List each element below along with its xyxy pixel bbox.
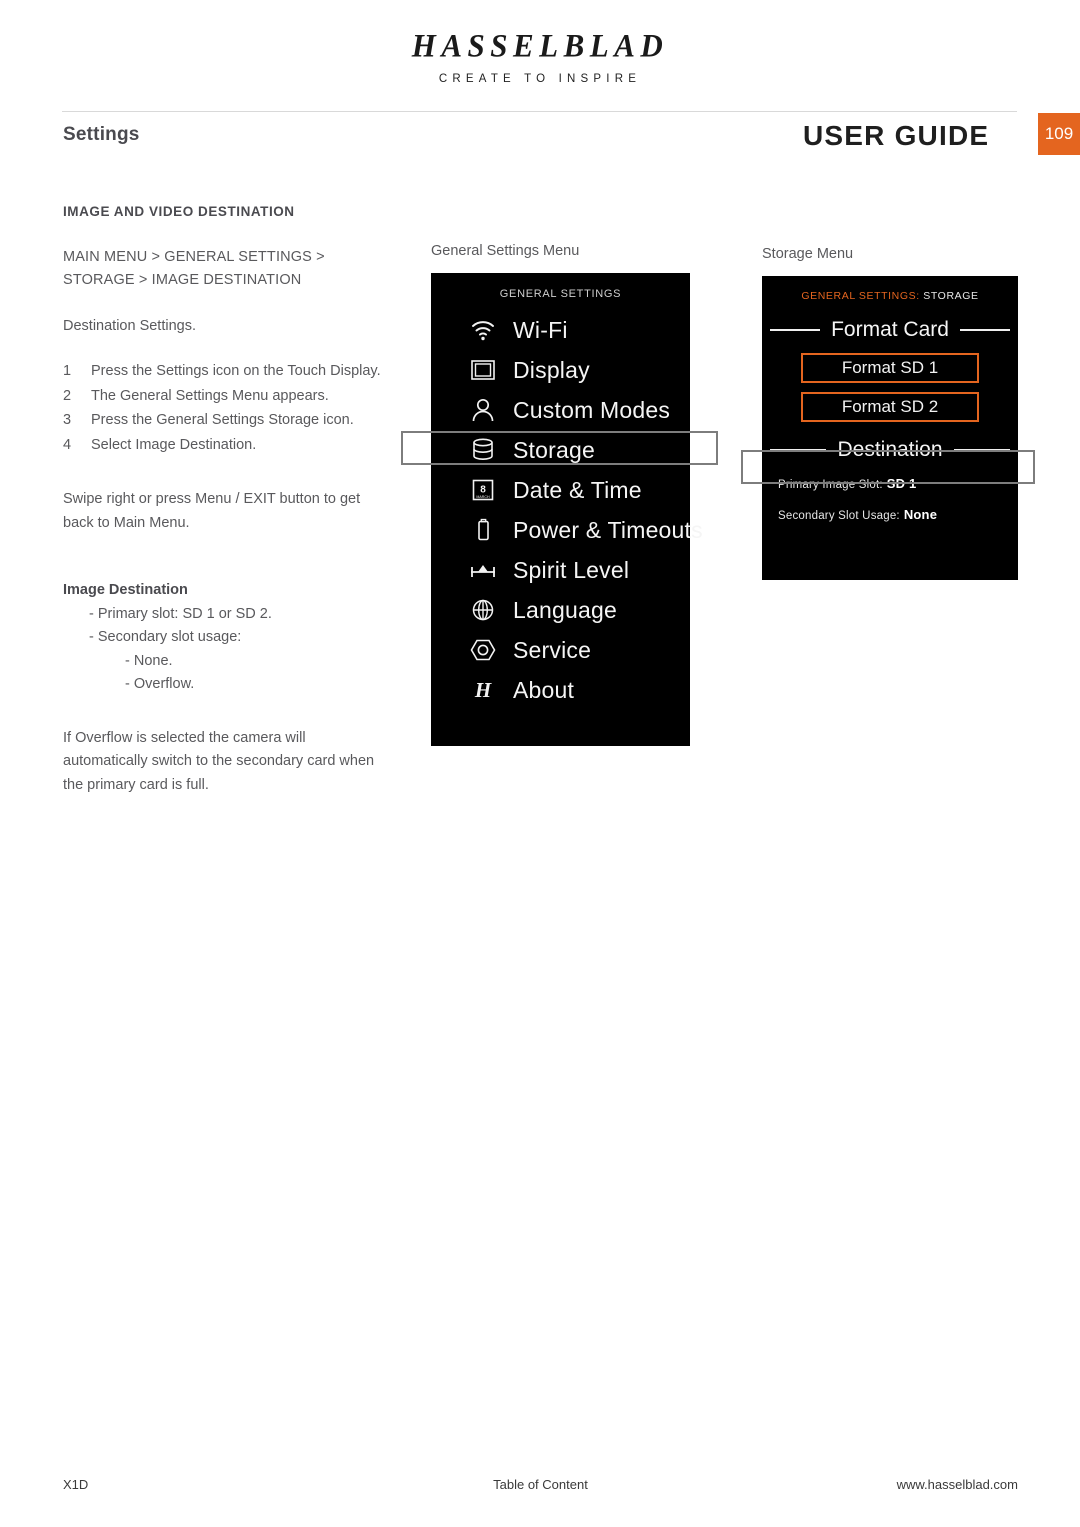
- step-text: Press the Settings icon on the Touch Dis…: [91, 363, 381, 380]
- secondary-slot-usage-label: Secondary Slot Usage:: [778, 510, 900, 522]
- step-number: 3: [63, 412, 72, 429]
- image-destination-heading: Image Destination: [63, 582, 188, 599]
- rule-left: [770, 329, 821, 331]
- globe-icon: [467, 596, 499, 624]
- person-icon: [467, 396, 499, 424]
- list-item: 1 Press the Settings icon on the Touch D…: [63, 360, 393, 383]
- format-card-label: Format Card: [831, 318, 949, 341]
- list-item: 2 The General Settings Menu appears.: [63, 385, 393, 408]
- general-settings-screen: GENERAL SETTINGS Wi-Fi Display Custom Mo…: [431, 273, 703, 746]
- list-item: 3 Press the General Settings Storage ico…: [63, 409, 393, 432]
- menu-item-about[interactable]: H About: [431, 670, 690, 710]
- secondary-slot-usage-row[interactable]: Secondary Slot Usage: None: [778, 507, 1018, 522]
- footer-website-link[interactable]: www.hasselblad.com: [703, 1477, 1018, 1492]
- svg-text:H: H: [474, 678, 492, 702]
- subsection-kicker: IMAGE AND VIDEO DESTINATION: [63, 204, 295, 219]
- format-card-section-title: Format Card: [770, 316, 1011, 344]
- rule-right: [959, 329, 1011, 331]
- format-sd2-button[interactable]: Format SD 2: [801, 392, 979, 422]
- battery-icon: [467, 516, 499, 544]
- menu-item-service[interactable]: Service: [431, 630, 690, 670]
- storage-screen-caption: Storage Menu: [762, 246, 854, 262]
- menu-item-label: Display: [513, 356, 590, 383]
- brand-block: HASSELBLAD CREATE TO INSPIRE: [0, 27, 1080, 85]
- brand-name: HASSELBLAD: [411, 27, 669, 64]
- format-sd1-button[interactable]: Format SD 1: [801, 353, 979, 383]
- menu-item-power-timeouts[interactable]: Power & Timeouts: [431, 510, 703, 550]
- step-number: 2: [63, 387, 72, 404]
- svg-text:MARCH: MARCH: [476, 495, 490, 499]
- footer-model: X1D: [63, 1477, 89, 1492]
- brand-tagline: CREATE TO INSPIRE: [438, 73, 642, 85]
- list-item: - None.: [125, 652, 173, 669]
- menu-item-date-time[interactable]: 8 MARCH Date & Time: [431, 470, 690, 510]
- list-item: - Secondary slot usage:: [89, 629, 242, 646]
- general-settings-menu-list: Wi-Fi Display Custom Modes Storage 8 MAR…: [431, 310, 703, 710]
- storage-header-prefix: GENERAL SETTINGS:: [801, 290, 920, 302]
- primary-image-slot-value: SD 1: [886, 476, 917, 491]
- menu-item-label: Date & Time: [513, 476, 642, 503]
- step-number: 1: [63, 363, 72, 380]
- breadcrumb-line-1: MAIN MENU > GENERAL SETTINGS >: [63, 248, 325, 265]
- menu-item-wifi[interactable]: Wi-Fi: [431, 310, 690, 350]
- secondary-slot-usage-value: None: [903, 507, 938, 522]
- calendar-icon: 8 MARCH: [467, 476, 499, 504]
- step-text: Select Image Destination.: [91, 436, 257, 453]
- menu-item-label: Wi-Fi: [513, 316, 568, 343]
- steps-list: 1 Press the Settings icon on the Touch D…: [63, 360, 393, 457]
- database-icon: [467, 436, 499, 464]
- menu-item-label: Power & Timeouts: [513, 516, 703, 543]
- overflow-note: If Overflow is selected the camera will …: [63, 729, 375, 793]
- storage-screen: GENERAL SETTINGS: STORAGE Format Card Fo…: [762, 276, 1018, 580]
- menu-item-label: Storage: [513, 436, 595, 463]
- menu-item-custom-modes[interactable]: Custom Modes: [431, 390, 690, 430]
- step-text: The General Settings Menu appears.: [91, 387, 329, 404]
- svg-text:8: 8: [480, 485, 486, 496]
- intro-text: Destination Settings.: [63, 317, 196, 334]
- destination-label: Destination: [837, 438, 943, 461]
- page-footer: X1D Table of Content www.hasselblad.com: [63, 1477, 1018, 1492]
- primary-image-slot-row[interactable]: Primary Image Slot: SD 1: [778, 476, 1018, 491]
- destination-settings-list: Primary Image Slot: SD 1 Secondary Slot U…: [762, 476, 1018, 522]
- storage-screen-header: GENERAL SETTINGS: STORAGE: [762, 276, 1018, 302]
- display-icon: [467, 356, 499, 384]
- storage-header-suffix: STORAGE: [923, 290, 979, 302]
- menu-item-storage[interactable]: Storage: [431, 430, 690, 470]
- page-title: Settings: [63, 124, 140, 145]
- menu-item-label: Language: [513, 596, 617, 623]
- menu-item-display[interactable]: Display: [431, 350, 690, 390]
- primary-image-slot-label: Primary Image Slot:: [778, 479, 883, 491]
- destination-section-title[interactable]: Destination: [770, 436, 1010, 464]
- step-number: 4: [63, 436, 72, 453]
- menu-item-label: Spirit Level: [513, 556, 630, 583]
- rule-right: [953, 449, 1010, 451]
- hasselblad-h-icon: H: [467, 676, 499, 704]
- menu-item-language[interactable]: Language: [431, 590, 690, 630]
- list-item: - Primary slot: SD 1 or SD 2.: [89, 605, 272, 622]
- list-item: - Overflow.: [125, 676, 195, 693]
- menu-item-label: About: [513, 676, 575, 703]
- spirit-level-icon: [467, 556, 499, 584]
- wifi-icon: [467, 316, 499, 344]
- rule-left: [770, 449, 827, 451]
- header-divider: [62, 111, 1017, 112]
- step-text: Press the General Settings Storage icon.: [91, 412, 354, 429]
- general-settings-screen-caption: General Settings Menu: [431, 243, 580, 259]
- user-guide-page: HASSELBLAD CREATE TO INSPIRE Settings US…: [0, 0, 1080, 1527]
- list-item: 4 Select Image Destination.: [63, 434, 393, 457]
- menu-exit-note: Swipe right or press Menu / EXIT button …: [63, 491, 361, 531]
- menu-item-label: Service: [513, 636, 592, 663]
- hexagon-icon: [467, 636, 499, 664]
- screen-header-label: GENERAL SETTINGS: [499, 288, 622, 300]
- breadcrumb-line-2: STORAGE > IMAGE DESTINATION: [63, 272, 302, 289]
- menu-item-spirit-level[interactable]: Spirit Level: [431, 550, 690, 590]
- footer-table-of-content-link[interactable]: Table of Content: [378, 1477, 703, 1492]
- page-number-badge: 109: [1038, 113, 1080, 155]
- document-title: USER GUIDE: [803, 120, 990, 151]
- menu-item-label: Custom Modes: [513, 396, 671, 423]
- left-text-column: IMAGE AND VIDEO DESTINATION MAIN MENU > …: [63, 201, 393, 797]
